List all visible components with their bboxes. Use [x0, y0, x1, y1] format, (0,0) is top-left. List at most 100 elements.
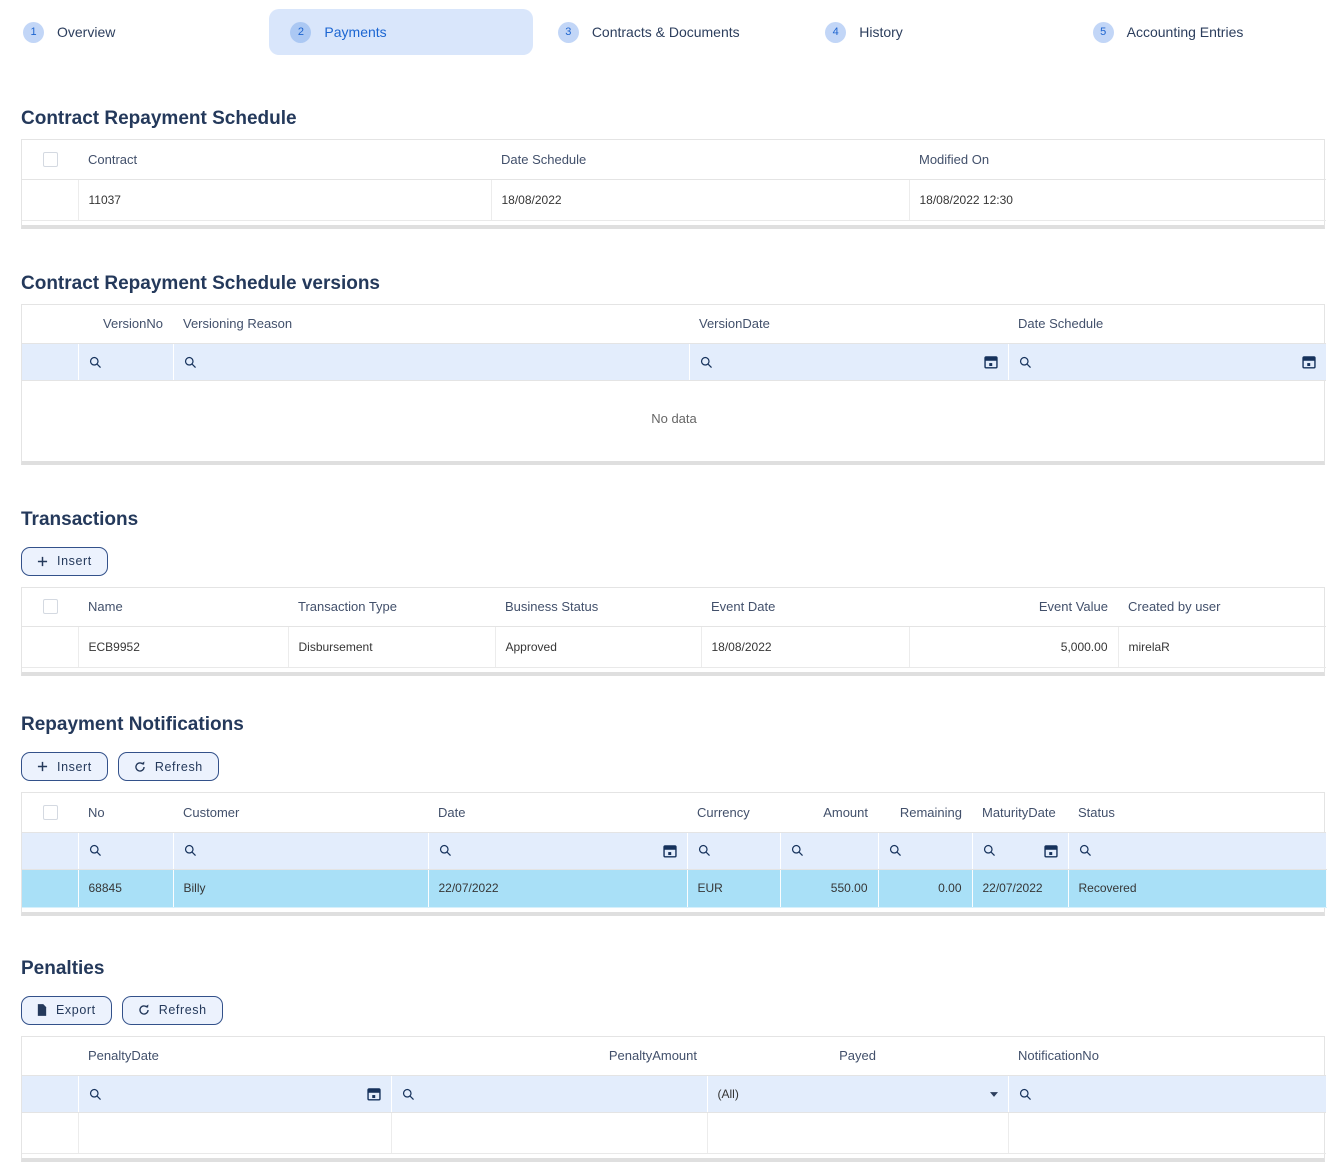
- tab-history[interactable]: 4 History: [804, 9, 1067, 55]
- filter-remaining[interactable]: [878, 832, 972, 869]
- filter-row: [22, 344, 1326, 381]
- insert-button[interactable]: Insert: [21, 752, 108, 781]
- column-header-versioning-reason[interactable]: Versioning Reason: [173, 305, 689, 344]
- filter-empty-cell: [22, 832, 78, 869]
- filter-row: [22, 832, 1326, 869]
- filter-payed-select[interactable]: (All): [707, 1076, 1008, 1113]
- column-header-no[interactable]: No: [78, 793, 173, 832]
- chevron-down-icon[interactable]: [990, 1092, 998, 1097]
- no-data-row: No data: [22, 381, 1326, 457]
- plus-icon: [37, 761, 48, 772]
- search-icon[interactable]: [89, 844, 102, 857]
- calendar-icon[interactable]: [663, 844, 677, 858]
- search-icon[interactable]: [983, 844, 996, 857]
- search-icon[interactable]: [402, 1088, 415, 1101]
- column-header-contract[interactable]: Contract: [78, 140, 491, 179]
- table-row-selected[interactable]: 68845 Billy 22/07/2022 EUR 550.00 0.00 2…: [22, 869, 1326, 907]
- search-icon[interactable]: [700, 356, 713, 369]
- search-icon[interactable]: [89, 356, 102, 369]
- filter-currency[interactable]: [687, 832, 780, 869]
- search-icon[interactable]: [184, 844, 197, 857]
- column-header-version-no[interactable]: VersionNo: [78, 305, 173, 344]
- select-all-checkbox[interactable]: [43, 152, 58, 167]
- calendar-icon[interactable]: [1044, 844, 1058, 858]
- filter-versioning-reason[interactable]: [173, 344, 689, 381]
- column-header-name[interactable]: Name: [78, 588, 288, 627]
- cell-name: ECB9952: [78, 627, 288, 668]
- select-all-cell: [22, 305, 78, 344]
- tab-number-badge: 1: [23, 22, 44, 43]
- column-header-currency[interactable]: Currency: [687, 793, 780, 832]
- column-header-business-status[interactable]: Business Status: [495, 588, 701, 627]
- filter-penalty-amount[interactable]: [391, 1076, 707, 1113]
- filter-amount[interactable]: [780, 832, 878, 869]
- payed-filter-value[interactable]: (All): [718, 1087, 739, 1101]
- table-header-row: Name Transaction Type Business Status Ev…: [22, 588, 1326, 627]
- search-icon[interactable]: [889, 844, 902, 857]
- column-header-status[interactable]: Status: [1068, 793, 1326, 832]
- tab-contracts-documents[interactable]: 3 Contracts & Documents: [537, 9, 800, 55]
- repayment-notifications-table: No Customer Date Currency Amount Remaini…: [21, 792, 1325, 916]
- filter-status[interactable]: [1068, 832, 1326, 869]
- tab-overview[interactable]: 1 Overview: [2, 9, 265, 55]
- search-icon[interactable]: [184, 356, 197, 369]
- refresh-button[interactable]: Refresh: [122, 996, 223, 1025]
- column-header-date[interactable]: Date: [428, 793, 687, 832]
- tab-number-badge: 4: [825, 22, 846, 43]
- export-file-icon: [37, 1004, 47, 1016]
- select-all-checkbox[interactable]: [43, 805, 58, 820]
- filter-no[interactable]: [78, 832, 173, 869]
- search-icon[interactable]: [89, 1088, 102, 1101]
- refresh-button[interactable]: Refresh: [118, 752, 219, 781]
- column-header-date-schedule[interactable]: Date Schedule: [1008, 305, 1326, 344]
- tab-accounting-entries[interactable]: 5 Accounting Entries: [1072, 9, 1335, 55]
- export-button[interactable]: Export: [21, 996, 112, 1025]
- table-row[interactable]: [22, 1113, 1326, 1154]
- column-header-penalty-date[interactable]: PenaltyDate: [78, 1037, 391, 1076]
- column-header-amount[interactable]: Amount: [780, 793, 878, 832]
- filter-date[interactable]: [428, 832, 687, 869]
- calendar-icon[interactable]: [984, 355, 998, 369]
- section-title-contract-repayment-schedule: Contract Repayment Schedule: [21, 108, 1337, 130]
- filter-version-no[interactable]: [78, 344, 173, 381]
- select-all-checkbox[interactable]: [43, 599, 58, 614]
- search-icon[interactable]: [698, 844, 711, 857]
- search-icon[interactable]: [439, 844, 452, 857]
- filter-maturity-date[interactable]: [972, 832, 1068, 869]
- column-header-transaction-type[interactable]: Transaction Type: [288, 588, 495, 627]
- calendar-icon[interactable]: [367, 1087, 381, 1101]
- column-header-payed[interactable]: Payed: [707, 1037, 1008, 1076]
- column-header-version-date[interactable]: VersionDate: [689, 305, 1008, 344]
- search-icon[interactable]: [1079, 844, 1092, 857]
- filter-version-date[interactable]: [689, 344, 1008, 381]
- search-icon[interactable]: [1019, 356, 1032, 369]
- search-icon[interactable]: [1019, 1088, 1032, 1101]
- column-header-customer[interactable]: Customer: [173, 793, 428, 832]
- column-header-event-value[interactable]: Event Value: [909, 588, 1118, 627]
- column-header-penalty-amount[interactable]: PenaltyAmount: [391, 1037, 707, 1076]
- column-header-notification-no[interactable]: NotificationNo: [1008, 1037, 1326, 1076]
- filter-notification-no[interactable]: [1008, 1076, 1326, 1113]
- table-row[interactable]: ECB9952 Disbursement Approved 18/08/2022…: [22, 627, 1326, 668]
- calendar-icon[interactable]: [1302, 355, 1316, 369]
- cell-event-value: 5,000.00: [909, 627, 1118, 668]
- filter-customer[interactable]: [173, 832, 428, 869]
- column-header-date-schedule[interactable]: Date Schedule: [491, 140, 909, 179]
- cell-no: 68845: [78, 869, 173, 907]
- insert-button[interactable]: Insert: [21, 547, 108, 576]
- wizard-tabbar: 1 Overview 2 Payments 3 Contracts & Docu…: [0, 0, 1337, 55]
- column-header-maturity-date[interactable]: MaturityDate: [972, 793, 1068, 832]
- column-header-created-by-user[interactable]: Created by user: [1118, 588, 1326, 627]
- table-header-row: VersionNo Versioning Reason VersionDate …: [22, 305, 1326, 344]
- column-header-event-date[interactable]: Event Date: [701, 588, 909, 627]
- column-header-modified-on[interactable]: Modified On: [909, 140, 1326, 179]
- table-row[interactable]: 11037 18/08/2022 18/08/2022 12:30: [22, 179, 1326, 220]
- contract-repayment-schedule-table: Contract Date Schedule Modified On 11037…: [21, 139, 1325, 229]
- column-header-remaining[interactable]: Remaining: [878, 793, 972, 832]
- insert-button-label: Insert: [57, 760, 92, 774]
- tab-payments[interactable]: 2 Payments: [269, 9, 532, 55]
- search-icon[interactable]: [791, 844, 804, 857]
- filter-penalty-date[interactable]: [78, 1076, 391, 1113]
- filter-date-schedule[interactable]: [1008, 344, 1326, 381]
- filter-row: (All): [22, 1076, 1326, 1113]
